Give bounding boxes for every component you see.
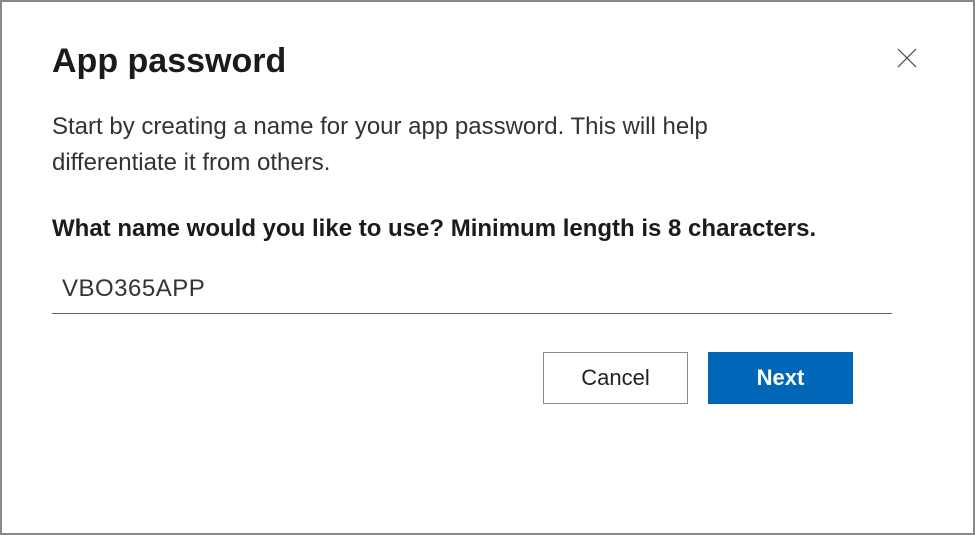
- close-button[interactable]: [891, 42, 923, 77]
- app-password-dialog: App password Start by creating a name fo…: [0, 0, 975, 535]
- dialog-header: App password: [52, 42, 923, 81]
- next-button[interactable]: Next: [708, 352, 853, 404]
- cancel-button[interactable]: Cancel: [543, 352, 688, 404]
- app-password-name-input[interactable]: [52, 269, 892, 314]
- name-prompt-label: What name would you like to use? Minimum…: [52, 211, 872, 247]
- dialog-title: App password: [52, 42, 286, 81]
- dialog-description: Start by creating a name for your app pa…: [52, 109, 812, 181]
- close-icon: [895, 46, 919, 73]
- dialog-button-row: Cancel Next: [52, 352, 923, 404]
